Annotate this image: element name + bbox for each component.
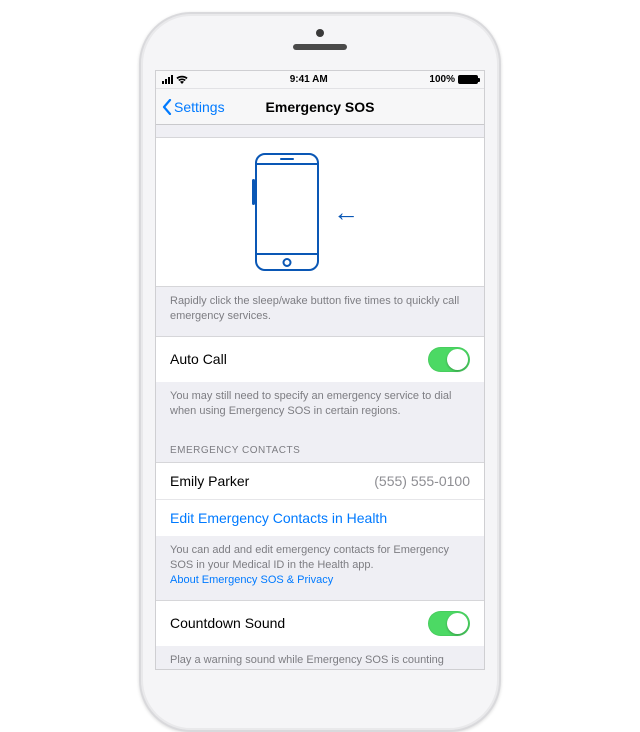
front-camera	[316, 29, 324, 37]
battery-icon	[458, 75, 478, 84]
edit-contacts-label: Edit Emergency Contacts in Health	[170, 510, 387, 526]
contact-number: (555) 555-0100	[374, 473, 470, 489]
emergency-contacts-header: EMERGENCY CONTACTS	[156, 431, 484, 462]
instruction-text: Rapidly click the sleep/wake button five…	[156, 287, 484, 336]
status-time: 9:41 AM	[290, 74, 328, 85]
status-bar: 9:41 AM 100%	[156, 71, 484, 89]
arrow-left-icon: ←	[333, 199, 359, 225]
countdown-sound-row[interactable]: Countdown Sound	[156, 600, 484, 647]
cellular-signal-icon	[162, 75, 173, 84]
auto-call-label: Auto Call	[170, 351, 227, 367]
contact-row[interactable]: Emily Parker (555) 555-0100	[156, 462, 484, 500]
contacts-footer-text: You can add and edit emergency contacts …	[170, 544, 449, 571]
privacy-link[interactable]: About Emergency SOS & Privacy	[170, 574, 333, 586]
auto-call-row[interactable]: Auto Call	[156, 336, 484, 383]
screen: 9:41 AM 100% Settings Emergency SOS	[155, 70, 485, 670]
edit-contacts-row[interactable]: Edit Emergency Contacts in Health	[156, 499, 484, 537]
countdown-sound-toggle[interactable]	[428, 611, 470, 636]
navigation-bar: Settings Emergency SOS	[156, 89, 484, 125]
contacts-footer: You can add and edit emergency contacts …	[156, 536, 484, 600]
phone-outline-icon	[255, 153, 319, 271]
phone-frame: 9:41 AM 100% Settings Emergency SOS	[139, 12, 501, 732]
page-title: Emergency SOS	[266, 99, 375, 115]
auto-call-toggle[interactable]	[428, 347, 470, 372]
countdown-sound-footer: Play a warning sound while Emergency SOS…	[156, 646, 484, 670]
back-button[interactable]: Settings	[162, 89, 225, 124]
chevron-left-icon	[162, 99, 172, 115]
countdown-sound-label: Countdown Sound	[170, 615, 285, 631]
contact-name: Emily Parker	[170, 473, 249, 489]
back-label: Settings	[174, 99, 225, 115]
battery-percentage: 100%	[429, 74, 455, 85]
wifi-icon	[176, 75, 188, 84]
earpiece-speaker	[293, 44, 347, 50]
instruction-illustration: ←	[156, 137, 484, 287]
auto-call-footer: You may still need to specify an emergen…	[156, 382, 484, 431]
